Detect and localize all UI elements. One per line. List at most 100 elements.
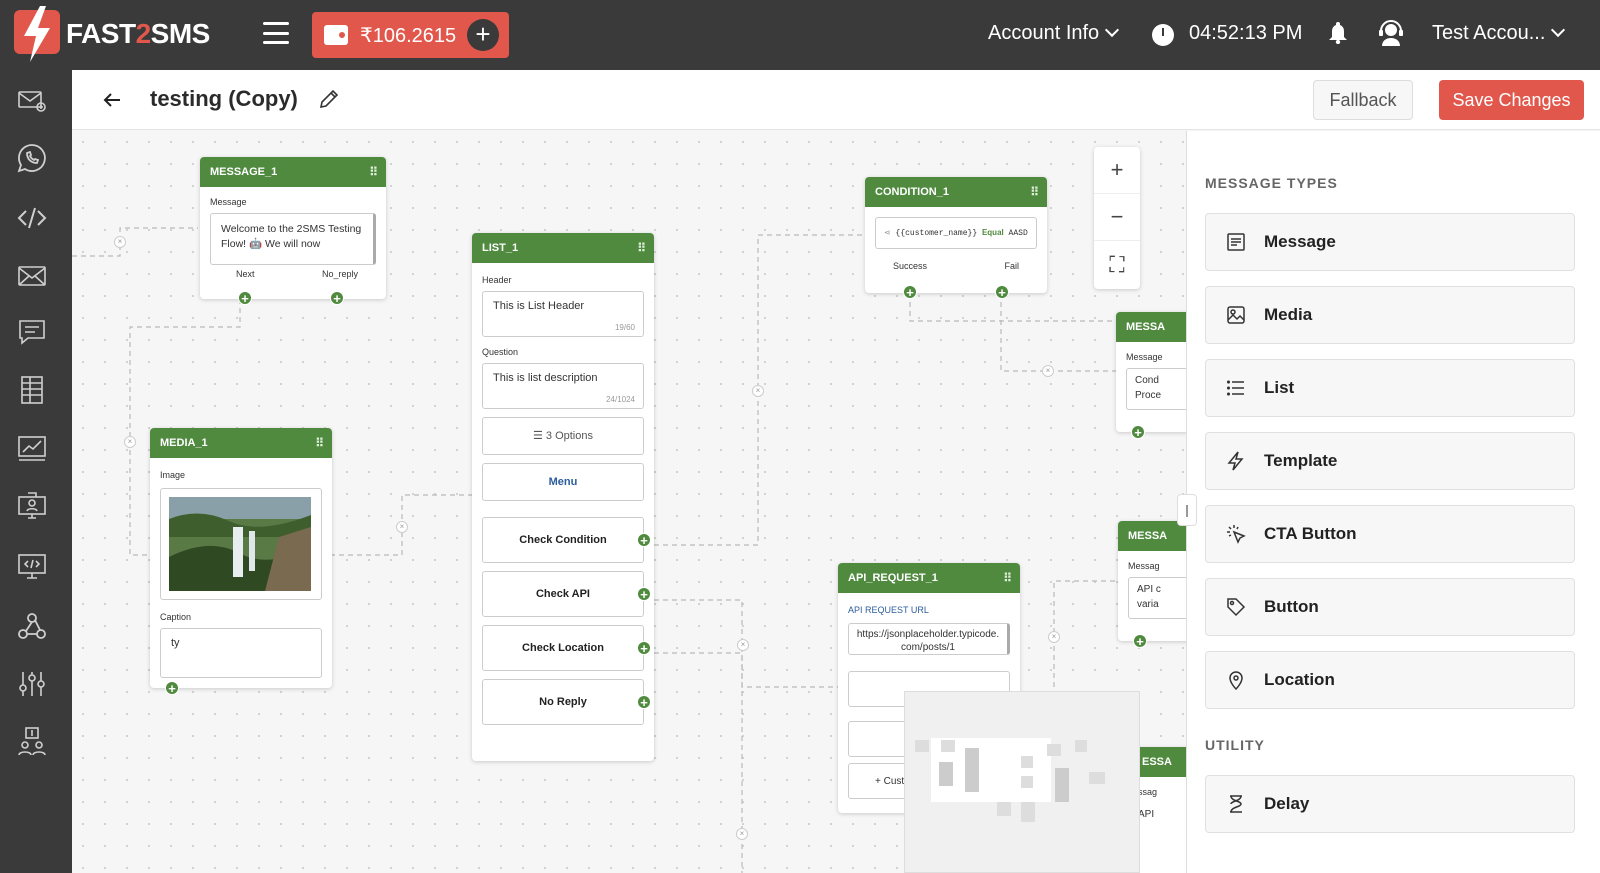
add-no-reply-icon[interactable]: +	[330, 291, 344, 305]
node-header[interactable]: MESSA	[1116, 312, 1186, 342]
drag-handle-icon[interactable]: ⠿	[1003, 571, 1012, 585]
node-message-partial[interactable]: MESSA Messag API c varia +	[1118, 521, 1186, 648]
hourglass-icon	[1230, 795, 1242, 813]
monitor-code-icon[interactable]	[16, 550, 48, 582]
fit-view-icon[interactable]: ⛶	[1094, 241, 1140, 288]
panel-item-cta-button[interactable]: CTA Button	[1205, 505, 1575, 563]
api-url-input[interactable]: https://jsonplaceholder.typicode.com/pos…	[848, 623, 1010, 655]
users-dollar-icon[interactable]	[16, 726, 48, 758]
node-field-label: Header	[482, 275, 512, 285]
add-fail-icon[interactable]: +	[995, 285, 1009, 299]
section-title-utility: UTILITY	[1205, 737, 1265, 753]
chevron-down-icon	[1551, 22, 1566, 38]
node-header[interactable]: API_REQUEST_1 ⠿	[838, 563, 1020, 593]
message-text-box[interactable]: Cond Proce	[1126, 368, 1186, 410]
node-header[interactable]: MEDIA_1 ⠿	[150, 428, 332, 458]
pencil-icon[interactable]	[318, 88, 340, 110]
chat-icon[interactable]	[16, 316, 48, 348]
delete-edge-icon[interactable]: ×	[396, 521, 408, 533]
condition-expression[interactable]: ⋖ {{customer_name}} Equal AASD	[875, 217, 1037, 249]
node-field-label: Image	[160, 470, 186, 480]
add-next-icon[interactable]: +	[165, 681, 179, 695]
flow-canvas[interactable]: × × × × × × × × MESSAGE_1 ⠿ Message Welco…	[72, 131, 1186, 873]
drag-handle-icon[interactable]: ⠿	[369, 165, 378, 179]
sheet-icon[interactable]	[16, 374, 48, 406]
delete-edge-icon[interactable]: ×	[1042, 365, 1054, 377]
image-icon	[1227, 306, 1245, 324]
panel-item-message[interactable]: Message	[1205, 213, 1575, 271]
add-branch-icon[interactable]: +	[637, 587, 651, 601]
add-branch-icon[interactable]: +	[637, 695, 651, 709]
drag-handle-icon[interactable]: ⠿	[315, 436, 324, 450]
webhook-icon[interactable]	[16, 610, 48, 642]
code-icon[interactable]	[16, 202, 48, 234]
list-row-check-api[interactable]: Check API +	[482, 571, 651, 617]
lightning-logo-icon	[14, 6, 60, 62]
panel-item-button[interactable]: Button	[1205, 578, 1575, 636]
mail-plus-icon[interactable]	[16, 84, 48, 116]
monitor-user-icon[interactable]	[16, 490, 48, 522]
fallback-button[interactable]: Fallback	[1313, 80, 1413, 120]
zoom-out-icon[interactable]: −	[1094, 194, 1140, 241]
message-text-box[interactable]: Welcome to the 2SMS Testing Flow! 🤖 We w…	[210, 213, 376, 265]
delete-edge-icon[interactable]: ×	[737, 639, 749, 651]
message-text-box[interactable]: API c varia	[1128, 577, 1186, 619]
panel-item-list[interactable]: List	[1205, 359, 1575, 417]
brand-logo[interactable]: FAST2SMS	[12, 6, 210, 62]
add-branch-icon[interactable]: +	[637, 641, 651, 655]
node-header[interactable]: MESSA	[1118, 521, 1186, 551]
message-types-panel: MESSAGE TYPES Message Media List Templat…	[1177, 131, 1600, 873]
list-row-check-condition[interactable]: Check Condition +	[482, 517, 651, 563]
add-branch-icon[interactable]: +	[637, 533, 651, 547]
account-info-menu[interactable]: Account Info	[988, 22, 1120, 45]
chart-icon[interactable]	[16, 432, 48, 464]
user-account-menu[interactable]: Test Accou...	[1432, 22, 1566, 45]
list-row-check-location[interactable]: Check Location +	[482, 625, 651, 671]
node-list-1[interactable]: LIST_1 ⠿ Header This is List Header 19/60 …	[472, 233, 654, 761]
node-message-1[interactable]: MESSAGE_1 ⠿ Message Welcome to the 2SMS T…	[200, 157, 386, 305]
list-header-input[interactable]: This is List Header 19/60	[482, 291, 644, 337]
panel-item-delay[interactable]: Delay	[1205, 775, 1575, 833]
add-next-icon[interactable]: +	[1131, 425, 1145, 439]
delete-edge-icon[interactable]: ×	[124, 436, 136, 448]
add-next-icon[interactable]: +	[238, 291, 252, 305]
node-field-label: Caption	[160, 612, 192, 622]
bell-icon[interactable]	[1328, 22, 1348, 44]
back-arrow-icon[interactable]	[100, 88, 124, 112]
panel-item-template[interactable]: Template	[1205, 432, 1575, 490]
panel-collapse-handle[interactable]	[1177, 494, 1197, 526]
panel-item-media[interactable]: Media	[1205, 286, 1575, 344]
drag-handle-icon[interactable]: ⠿	[1030, 185, 1039, 199]
list-menu-button[interactable]: Menu	[482, 463, 644, 501]
hamburger-menu-icon[interactable]	[263, 22, 289, 44]
minimap[interactable]	[904, 691, 1140, 873]
whatsapp-icon[interactable]	[16, 142, 48, 174]
mail-icon[interactable]	[16, 260, 48, 292]
list-row-no-reply[interactable]: No Reply +	[482, 679, 651, 725]
wallet-balance-button[interactable]: ₹106.2615 +	[312, 12, 509, 58]
add-next-icon[interactable]: +	[1133, 634, 1147, 648]
support-agent-icon[interactable]	[1378, 20, 1404, 46]
add-success-icon[interactable]: +	[903, 285, 917, 299]
list-options-button[interactable]: ☰ 3 Options	[482, 417, 644, 455]
add-funds-icon[interactable]: +	[467, 19, 499, 51]
node-media-1[interactable]: MEDIA_1 ⠿ Image Caption ty +	[150, 428, 332, 695]
node-header[interactable]: CONDITION_1 ⠿	[865, 177, 1047, 207]
panel-item-location[interactable]: Location	[1205, 651, 1575, 709]
zoom-in-icon[interactable]: +	[1094, 147, 1140, 194]
list-question-input[interactable]: This is list description 24/1024	[482, 363, 644, 409]
drag-handle-icon[interactable]: ⠿	[637, 241, 646, 255]
delete-edge-icon[interactable]: ×	[114, 236, 126, 248]
node-header[interactable]: MESSAGE_1 ⠿	[200, 157, 386, 187]
node-message-partial[interactable]: MESSA Message Cond Proce +	[1116, 312, 1186, 439]
delete-edge-icon[interactable]: ×	[736, 828, 748, 840]
sliders-icon[interactable]	[16, 668, 48, 700]
node-header[interactable]: LIST_1 ⠿	[472, 233, 654, 263]
media-image-box[interactable]	[160, 488, 322, 600]
save-changes-button[interactable]: Save Changes	[1439, 80, 1584, 120]
delete-edge-icon[interactable]: ×	[1048, 631, 1060, 643]
caption-input[interactable]: ty	[160, 628, 322, 678]
node-field-label: Messag	[1128, 561, 1160, 571]
node-condition-1[interactable]: CONDITION_1 ⠿ ⋖ {{customer_name}} Equal A…	[865, 177, 1047, 299]
delete-edge-icon[interactable]: ×	[752, 385, 764, 397]
